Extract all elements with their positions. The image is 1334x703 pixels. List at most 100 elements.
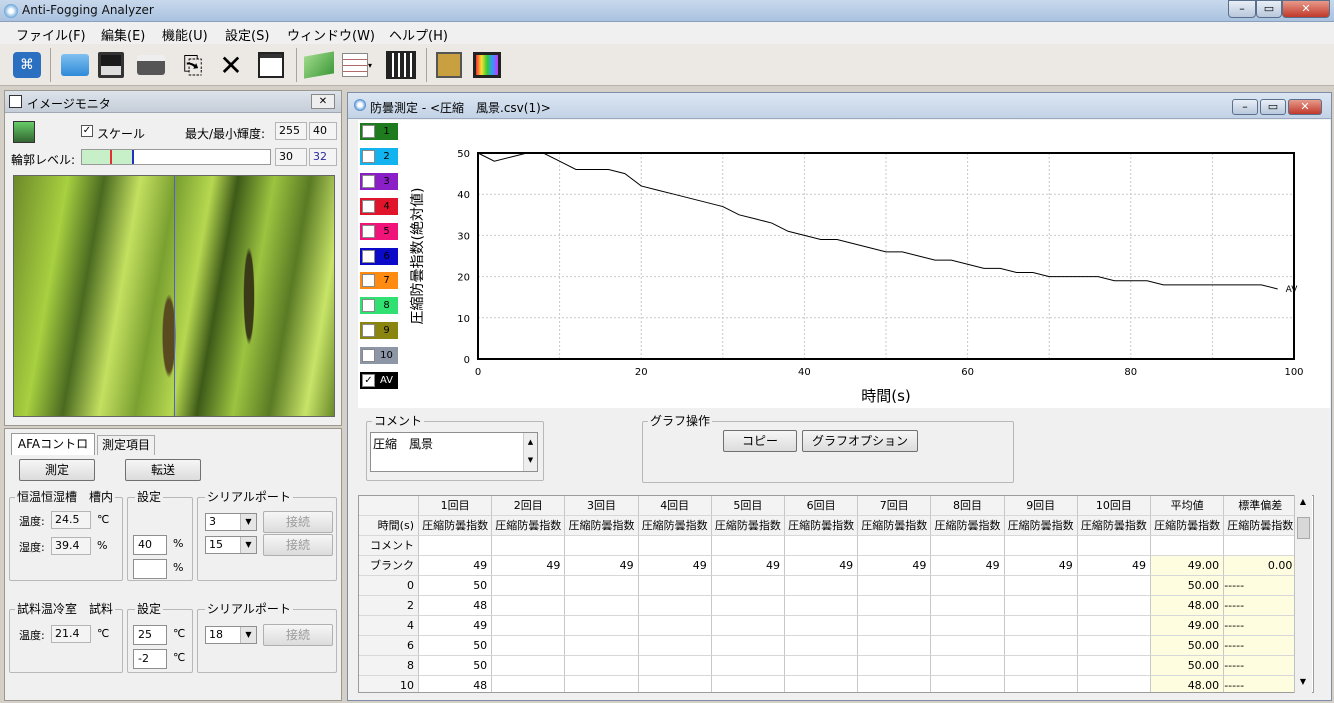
sample-setting-input-2[interactable]: -2 bbox=[133, 649, 167, 669]
grid-row-header[interactable]: 0 bbox=[359, 576, 419, 596]
grid-row-header[interactable]: 2 bbox=[359, 596, 419, 616]
child-minimize-button[interactable]: – bbox=[1232, 99, 1258, 115]
legend-series-10[interactable]: 10 bbox=[360, 347, 398, 365]
grid-cell[interactable] bbox=[565, 656, 639, 676]
measure-button[interactable]: 測定 bbox=[19, 459, 95, 481]
legend-checkbox-4[interactable] bbox=[362, 199, 375, 213]
grid-cell[interactable] bbox=[712, 676, 785, 692]
grid-cell[interactable] bbox=[1004, 576, 1078, 596]
tab-afa-controller[interactable]: AFAコントローラ bbox=[11, 433, 95, 471]
grid-cell[interactable]: 圧縮防曇指数 bbox=[1004, 516, 1078, 536]
child-restore-button[interactable]: ▭ bbox=[1260, 99, 1286, 115]
grid-cell[interactable] bbox=[1224, 536, 1298, 556]
grid-cell[interactable] bbox=[1077, 536, 1151, 556]
filter-icon[interactable] bbox=[432, 48, 466, 82]
chamber-second-setting-input[interactable] bbox=[133, 559, 167, 579]
grid-cell[interactable] bbox=[565, 596, 639, 616]
grid-cell[interactable]: 圧縮防曇指数 bbox=[565, 516, 639, 536]
menu-file[interactable]: ファイル(F) bbox=[16, 25, 86, 44]
grid-cell[interactable] bbox=[565, 576, 639, 596]
grid-cell[interactable]: 49 bbox=[1004, 556, 1078, 576]
grid-cell[interactable] bbox=[1004, 536, 1078, 556]
sample-connect-button[interactable]: 接続 bbox=[263, 624, 333, 646]
grid-cell[interactable]: 圧縮防曇指数 bbox=[1151, 516, 1225, 536]
child-close-button[interactable]: ✕ bbox=[1288, 99, 1322, 115]
grid-cell[interactable]: ----- bbox=[1224, 576, 1298, 596]
legend-series-3[interactable]: 3 bbox=[360, 172, 398, 190]
comment-textarea[interactable]: 圧縮 風景 ▲ ▼ bbox=[370, 432, 538, 472]
grid-cell[interactable]: 50 bbox=[419, 636, 493, 656]
transfer-button[interactable]: 転送 bbox=[125, 459, 201, 481]
legend-series-8[interactable]: 8 bbox=[360, 297, 398, 315]
grid-cell[interactable]: 圧縮防曇指数 bbox=[419, 516, 493, 536]
grid-cell[interactable]: 圧縮防曇指数 bbox=[785, 516, 859, 536]
grid-cell[interactable]: 圧縮防曇指数 bbox=[858, 516, 932, 536]
legend-checkbox-10[interactable] bbox=[362, 349, 375, 363]
grid-cell[interactable] bbox=[1004, 596, 1078, 616]
grid-cell[interactable]: 49 bbox=[419, 556, 493, 576]
grid-cell[interactable]: 圧縮防曇指数 bbox=[1224, 516, 1298, 536]
grid-cell[interactable] bbox=[931, 656, 1005, 676]
menu-window[interactable]: ウィンドウ(W) bbox=[287, 25, 375, 44]
grid-cell[interactable]: 48.00 bbox=[1151, 676, 1225, 692]
data-grid[interactable]: 1回目 2回目 3回目 4回目 5回目 6回目 7回目 8回目 9回目 10回目 平均値 標準偏差 時間… bbox=[358, 495, 1314, 693]
grid-cell[interactable]: 圧縮防曇指数 bbox=[711, 516, 785, 536]
grid-cell[interactable] bbox=[1077, 596, 1151, 616]
grid-cell[interactable] bbox=[858, 536, 932, 556]
legend-checkbox-9[interactable] bbox=[362, 324, 375, 338]
legend-checkbox-AV[interactable]: ✓ bbox=[362, 374, 375, 387]
grid-cell[interactable]: 49 bbox=[931, 556, 1005, 576]
grid-cell[interactable] bbox=[1078, 676, 1151, 692]
panel-close-icon[interactable]: ✕ bbox=[311, 94, 335, 109]
print-icon[interactable] bbox=[134, 48, 168, 82]
legend-checkbox-8[interactable] bbox=[362, 299, 375, 313]
grid-cell[interactable] bbox=[1077, 636, 1151, 656]
copy-icon[interactable]: ⎘ bbox=[176, 48, 210, 82]
grid-row-header[interactable]: 10 bbox=[359, 676, 419, 692]
grid-cell[interactable]: 圧縮防曇指数 bbox=[492, 516, 566, 536]
grid-col-header[interactable]: 8回目 bbox=[931, 496, 1005, 516]
open-folder-icon[interactable] bbox=[58, 48, 92, 82]
grid-cell[interactable] bbox=[711, 596, 785, 616]
legend-series-1[interactable]: 1 bbox=[360, 123, 398, 140]
grid-row-header[interactable]: ブランク bbox=[359, 556, 419, 576]
grid-cell[interactable] bbox=[858, 676, 932, 692]
grid-cell[interactable] bbox=[711, 536, 785, 556]
grid-cell[interactable] bbox=[931, 676, 1005, 692]
grid-cell[interactable]: ----- bbox=[1224, 676, 1298, 692]
legend-series-5[interactable]: 5 bbox=[360, 222, 398, 240]
grid-cell[interactable] bbox=[858, 596, 932, 616]
grid-cell[interactable] bbox=[492, 656, 566, 676]
grid-cell[interactable] bbox=[931, 616, 1005, 636]
scale-checkbox[interactable]: ✓ bbox=[81, 125, 93, 137]
image-thumbnail-icon[interactable] bbox=[13, 121, 35, 143]
grid-cell[interactable]: 48.00 bbox=[1151, 596, 1225, 616]
grid-cell[interactable]: 50 bbox=[419, 576, 493, 596]
grid-cell[interactable]: 49.00 bbox=[1151, 616, 1225, 636]
grid-cell[interactable] bbox=[565, 676, 639, 692]
grid-cell[interactable]: 圧縮防曇指数 bbox=[638, 516, 712, 536]
sample-port-select[interactable]: 18 ▼ bbox=[205, 626, 257, 644]
grid-cell[interactable] bbox=[492, 676, 566, 692]
grid-cell[interactable] bbox=[492, 616, 566, 636]
grid-cell[interactable]: 49 bbox=[858, 556, 932, 576]
monitor-icon[interactable]: ⌘ bbox=[10, 48, 44, 82]
grid-row-header[interactable]: コメント bbox=[359, 536, 419, 556]
menu-edit[interactable]: 編集(E) bbox=[101, 25, 145, 44]
grid-cell[interactable] bbox=[638, 656, 712, 676]
legend-checkbox-6[interactable] bbox=[362, 249, 375, 263]
grid-cell[interactable] bbox=[565, 616, 639, 636]
graph-icon[interactable] bbox=[302, 48, 336, 82]
legend-series-6[interactable]: 6 bbox=[360, 247, 398, 265]
grid-cell[interactable]: ----- bbox=[1224, 616, 1298, 636]
grid-cell[interactable] bbox=[931, 576, 1005, 596]
grid-cell[interactable]: ----- bbox=[1224, 656, 1298, 676]
grid-cell[interactable] bbox=[858, 616, 932, 636]
grid-cell[interactable]: 49 bbox=[785, 556, 859, 576]
grid-cell[interactable] bbox=[638, 636, 712, 656]
comment-scrollbar[interactable]: ▲ ▼ bbox=[523, 433, 537, 471]
chamber-port-select-1[interactable]: 3 ▼ bbox=[205, 513, 257, 531]
contour-level-slider[interactable] bbox=[81, 149, 271, 165]
grid-row-header[interactable]: 6 bbox=[359, 636, 419, 656]
legend-series-7[interactable]: 7 bbox=[360, 272, 398, 290]
